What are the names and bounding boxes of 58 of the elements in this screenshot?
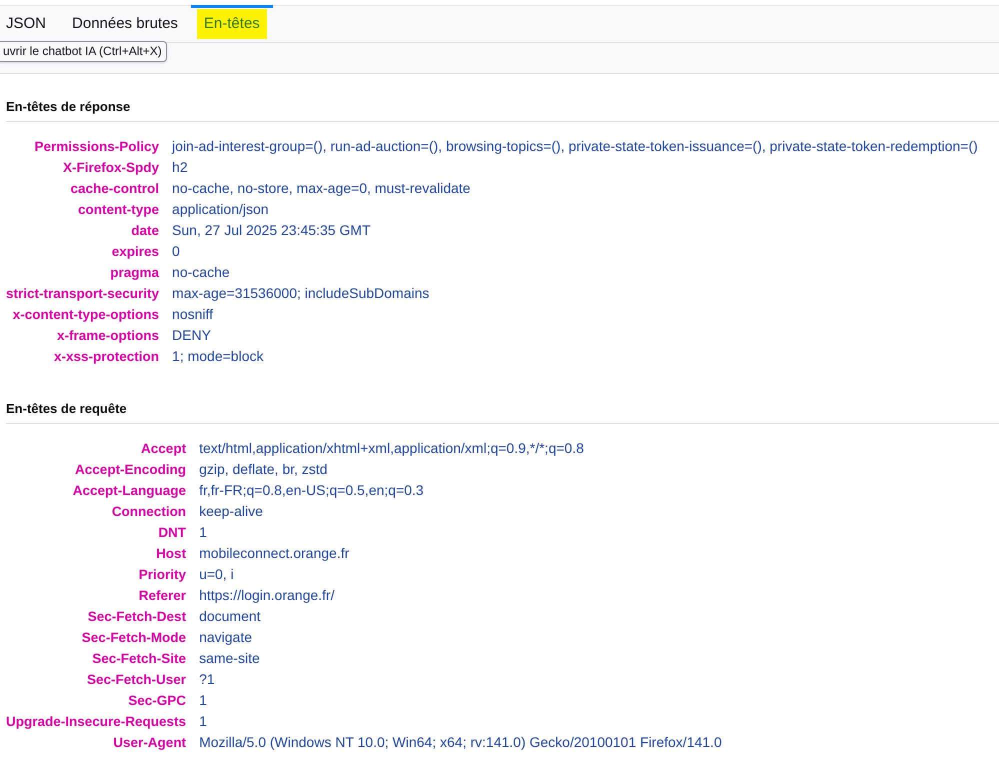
header-name: x-content-type-options bbox=[12, 306, 160, 324]
header-value: DENY bbox=[172, 326, 212, 345]
header-name: Sec-Fetch-Dest bbox=[86, 608, 188, 626]
header-name: Accept-Language bbox=[72, 482, 188, 500]
header-value: max-age=31536000; includeSubDomains bbox=[172, 284, 430, 303]
header-value: keep-alive bbox=[199, 502, 264, 521]
header-value: ?1 bbox=[199, 670, 216, 689]
header-name: Connection bbox=[110, 503, 188, 521]
header-name: DNT bbox=[157, 524, 188, 542]
header-name: Sec-Fetch-User bbox=[86, 671, 188, 689]
header-name: Sec-GPC bbox=[127, 692, 188, 710]
header-name: Sec-Fetch-Site bbox=[91, 650, 188, 668]
section-heading: En-têtes de requête bbox=[6, 400, 999, 424]
section-heading: En-têtes de réponse bbox=[6, 98, 999, 122]
header-name: X-Firefox-Spdy bbox=[62, 159, 160, 177]
header-value: navigate bbox=[199, 628, 253, 647]
tab[interactable]: En-têtes bbox=[190, 5, 273, 41]
header-value: Mozilla/5.0 (Windows NT 10.0; Win64; x64; rv:141.0) Gecko/20100101 Firefox/141.0 bbox=[199, 733, 723, 752]
header-name: Upgrade-Insecure-Requests bbox=[6, 713, 188, 731]
header-name: Permissions-Policy bbox=[33, 138, 160, 156]
header-value: join-ad-interest-group=(), run-ad-auction=(), browsing-topics=(), private-state-token-issuance=(), private-state-token-redemption=() bbox=[172, 137, 979, 156]
header-name: Sec-Fetch-Mode bbox=[80, 629, 188, 647]
header-name: Accept bbox=[140, 440, 188, 458]
tab[interactable]: Données brutes bbox=[59, 5, 191, 41]
header-value: gzip, deflate, br, zstd bbox=[199, 460, 328, 479]
header-value: https://login.orange.fr/ bbox=[199, 586, 336, 605]
header-name: cache-control bbox=[70, 180, 160, 198]
header-name: x-xss-protection bbox=[53, 348, 160, 366]
tab[interactable]: JSON bbox=[0, 5, 60, 41]
header-value: 1 bbox=[199, 691, 208, 710]
header-value: nosniff bbox=[172, 305, 214, 324]
tooltip: uvrir le chatbot IA (Ctrl+Alt+X) bbox=[0, 41, 167, 62]
header-value: 0 bbox=[172, 242, 181, 261]
header-value: no-cache bbox=[172, 263, 231, 282]
header-name: pragma bbox=[109, 264, 160, 282]
header-value: text/html,application/xhtml+xml,application/xml;q=0.9,*/*;q=0.8 bbox=[199, 439, 585, 458]
header-name: expires bbox=[110, 243, 160, 261]
header-value: 1; mode=block bbox=[172, 347, 264, 366]
header-value: 1 bbox=[199, 712, 208, 731]
header-value: mobileconnect.orange.fr bbox=[199, 544, 350, 563]
header-name: Accept-Encoding bbox=[74, 461, 188, 479]
header-value: no-cache, no-store, max-age=0, must-revalidate bbox=[172, 179, 472, 198]
header-value: same-site bbox=[199, 649, 261, 668]
header-value: application/json bbox=[172, 200, 270, 219]
header-value: u=0, i bbox=[199, 565, 235, 584]
header-value: document bbox=[199, 607, 262, 626]
header-name: strict-transport-security bbox=[6, 285, 160, 303]
header-name: User-Agent bbox=[112, 734, 188, 752]
header-value: 1 bbox=[199, 523, 208, 542]
header-name: Host bbox=[155, 545, 188, 563]
header-name: x-frame-options bbox=[56, 327, 160, 345]
header-value: fr,fr-FR;q=0.8,en-US;q=0.5,en;q=0.3 bbox=[199, 481, 425, 500]
header-name: date bbox=[130, 222, 160, 240]
header-value: h2 bbox=[172, 158, 189, 177]
header-name: Referer bbox=[138, 587, 188, 605]
header-name: content-type bbox=[77, 201, 160, 219]
header-value: Sun, 27 Jul 2025 23:45:35 GMT bbox=[172, 221, 372, 240]
header-name: Priority bbox=[138, 566, 188, 584]
